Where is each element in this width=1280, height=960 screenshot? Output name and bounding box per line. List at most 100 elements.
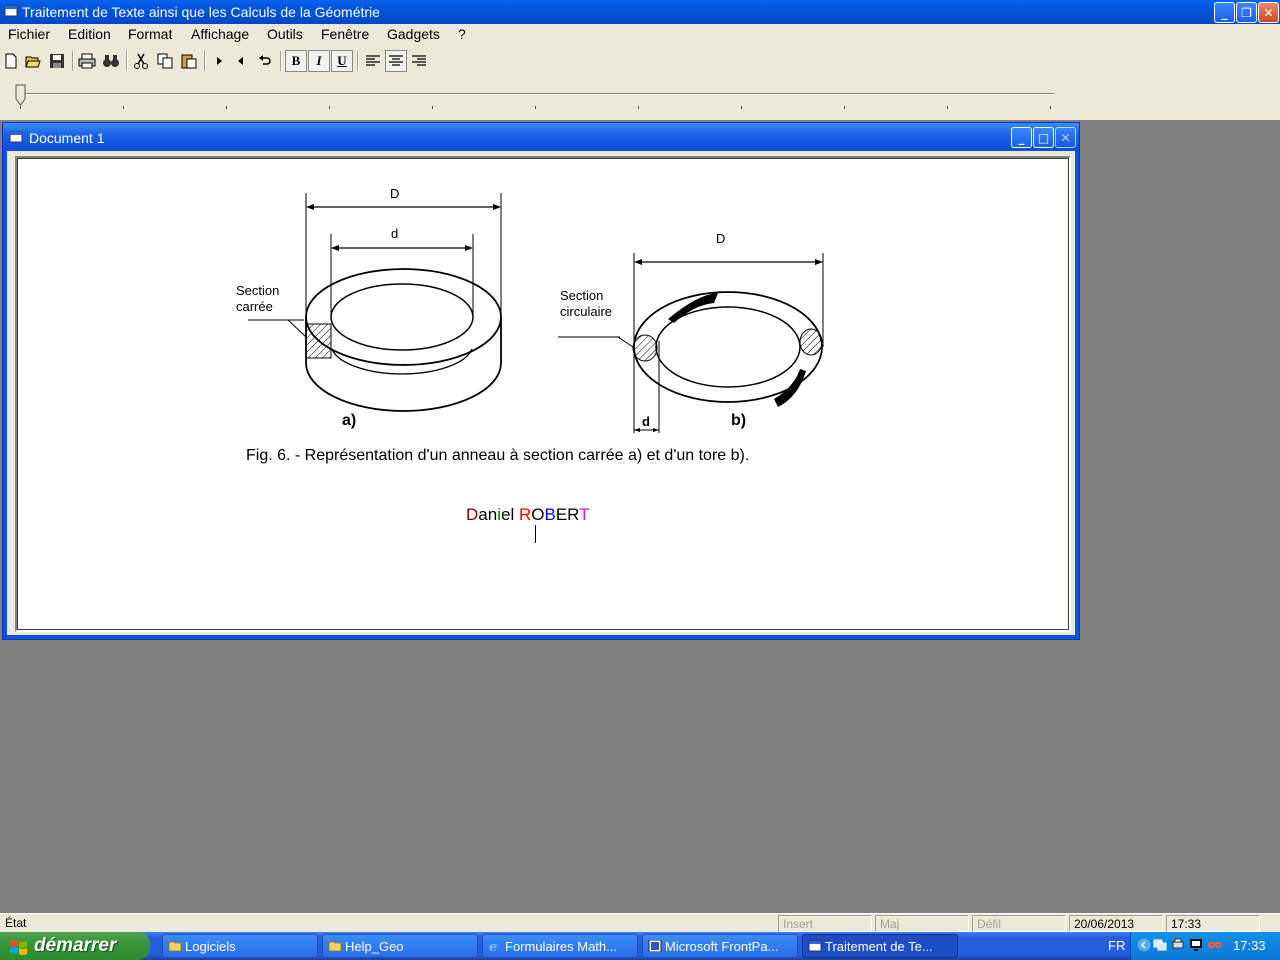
task-frontpage[interactable]: Microsoft FrontPa... (642, 934, 798, 958)
app-title: Traitement de Texte ainsi que les Calcul… (22, 4, 380, 20)
menu-gadgets[interactable]: Gadgets (387, 26, 440, 42)
ruler-tick (20, 106, 21, 109)
align-left-button[interactable] (362, 50, 384, 72)
ruler-tick (226, 106, 227, 109)
ring-square-section (248, 193, 502, 412)
figure-rings (248, 193, 824, 433)
cut-button[interactable] (130, 50, 152, 72)
task-label: Microsoft FrontPa... (665, 939, 779, 954)
start-button[interactable]: démarrer (0, 932, 150, 960)
network-icon[interactable] (1153, 938, 1167, 952)
restore-icon[interactable]: ❐ (1236, 2, 1257, 23)
system-tray: 17:33 (1130, 932, 1280, 960)
undo-button[interactable] (254, 50, 276, 72)
task-help-geo[interactable]: Help_Geo (322, 934, 478, 958)
toolbar-separator (126, 51, 128, 71)
printer-tray-icon[interactable] (1171, 938, 1185, 952)
task-formulaires[interactable]: e Formulaires Math... (482, 934, 638, 958)
status-state: État (5, 916, 27, 930)
author-part: an (478, 505, 498, 524)
menu-bar: Fichier Edition Format Affichage Outils … (0, 24, 1280, 46)
internet-explorer-icon: e (489, 940, 497, 952)
author-part: R (567, 505, 580, 524)
copy-button[interactable] (154, 50, 176, 72)
task-label: Traitement de Te... (825, 939, 933, 954)
start-label: démarrer (34, 935, 117, 956)
menu-fichier[interactable]: Fichier (8, 26, 50, 42)
align-right-button[interactable] (408, 50, 430, 72)
label-section-circulaire-1: Section (560, 288, 604, 303)
toolbar-separator (280, 51, 282, 71)
label-d-ring-a: d (391, 226, 399, 241)
find-button[interactable] (100, 50, 122, 72)
ruler-tick (432, 106, 433, 109)
toolbar: B I U (0, 46, 1280, 76)
document-content[interactable]: D d Section carrée a) D Section circulai… (17, 158, 1069, 630)
menu-affichage[interactable]: Affichage (191, 26, 249, 42)
printer-icon (78, 53, 96, 69)
binoculars-icon (103, 55, 119, 67)
ruler-tick (741, 106, 742, 109)
doc-minimize-icon[interactable]: _ (1011, 127, 1032, 148)
app-titlebar[interactable]: Traitement de Texte ainsi que les Calcul… (0, 0, 1280, 24)
status-date: 20/06/2013 (1069, 915, 1163, 932)
new-file-button[interactable] (0, 50, 22, 72)
open-file-button[interactable] (22, 50, 44, 72)
monitor-tray-icon[interactable] (1189, 938, 1203, 952)
underline-button[interactable]: U (331, 50, 353, 72)
infinity-tray-icon[interactable] (1207, 938, 1223, 952)
menu-outils[interactable]: Outils (267, 26, 303, 42)
ruler-tick (329, 106, 330, 109)
ruler-tick (1050, 106, 1051, 109)
author-part: T (579, 505, 590, 524)
menu-format[interactable]: Format (128, 26, 172, 42)
label-d-ring-b: d (642, 414, 650, 429)
ruler[interactable] (0, 76, 1280, 120)
folder-icon (328, 941, 342, 952)
app-icon (808, 940, 822, 952)
minimize-icon[interactable]: _ (1214, 2, 1235, 23)
author-name: Daniel ROBERT (466, 505, 590, 525)
save-button[interactable] (46, 50, 68, 72)
save-icon (50, 54, 64, 68)
author-part: R (518, 505, 532, 524)
clock[interactable]: 17:33 (1233, 938, 1266, 953)
menu-fenetre[interactable]: Fenêtre (321, 26, 369, 42)
document-title: Document 1 (29, 130, 105, 146)
paste-button[interactable] (178, 50, 200, 72)
status-insert: Insert (778, 915, 872, 932)
task-logiciels[interactable]: Logiciels (162, 934, 318, 958)
label-a: a) (342, 412, 357, 429)
arrow-left-icon (238, 57, 243, 65)
menu-edition[interactable]: Edition (68, 26, 111, 42)
print-button[interactable] (76, 50, 98, 72)
toolbar-separator (204, 51, 206, 71)
figure-caption: Fig. 6. - Représentation d'un anneau à s… (246, 447, 750, 464)
folder-icon (168, 941, 182, 952)
frontpage-icon (648, 940, 662, 952)
bold-button[interactable]: B (285, 50, 307, 72)
menu-help[interactable]: ? (458, 26, 466, 42)
ruler-tick (123, 106, 124, 109)
doc-close-icon[interactable]: ✕ (1055, 127, 1076, 148)
label-D-ring-b: D (716, 231, 726, 246)
language-indicator[interactable]: FR (1108, 938, 1125, 953)
document-window: Document 1 _ □ ✕ D d Section carrée a) D… (2, 122, 1080, 640)
align-right-icon (412, 55, 426, 66)
label-section-carree-1: Section (236, 283, 280, 298)
document-titlebar[interactable]: Document 1 _ □ ✕ (3, 123, 1079, 151)
task-traitement[interactable]: Traitement de Te... (802, 934, 958, 958)
doc-maximize-icon[interactable]: □ (1033, 127, 1054, 148)
author-part: D (466, 505, 479, 524)
align-center-button[interactable] (385, 50, 407, 72)
italic-button[interactable]: I (308, 50, 330, 72)
tray-expand-icon[interactable] (1137, 938, 1151, 952)
next-button[interactable] (208, 50, 230, 72)
document-page[interactable]: D d Section carrée a) D Section circulai… (15, 156, 1071, 632)
document-frame: D d Section carrée a) D Section circulai… (7, 151, 1075, 635)
author-part: E (555, 505, 568, 524)
toolbar-separator (72, 51, 74, 71)
previous-button[interactable] (230, 50, 252, 72)
ruler-indent-handle[interactable] (15, 84, 26, 106)
close-icon[interactable]: ✕ (1258, 2, 1279, 23)
